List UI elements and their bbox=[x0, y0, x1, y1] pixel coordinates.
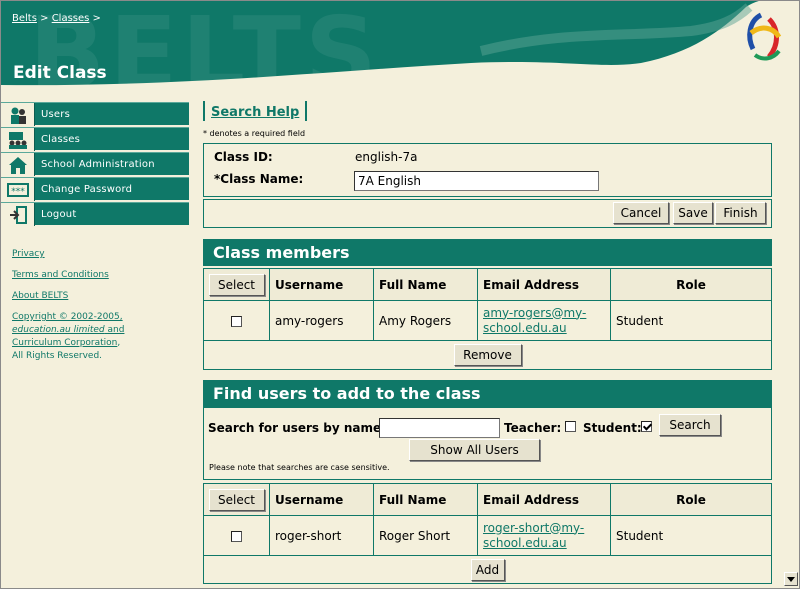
search-help-link[interactable]: Search Help bbox=[211, 105, 299, 120]
classes-icon bbox=[1, 128, 35, 151]
copyright-rights: All Rights Reserved. bbox=[12, 351, 103, 361]
class-details-box: Class ID: english-7a *Class Name: bbox=[203, 143, 772, 197]
sidebar-item-classes[interactable]: Classes bbox=[1, 127, 189, 151]
scroll-down-arrow-icon[interactable] bbox=[784, 572, 798, 586]
column-header-username: Username bbox=[269, 268, 374, 301]
student-label: Student: bbox=[583, 421, 642, 435]
required-field-note: * denotes a required field bbox=[203, 129, 306, 138]
column-header-username: Username bbox=[269, 483, 374, 516]
sidebar-footer: Privacy Terms and Conditions About BELTS… bbox=[12, 248, 192, 363]
breadcrumb: Belts > Classes > bbox=[12, 13, 101, 24]
column-header-full-name: Full Name bbox=[373, 268, 478, 301]
select-members-button[interactable]: Select bbox=[208, 273, 265, 296]
class-name-input[interactable] bbox=[354, 171, 599, 191]
member-full-name: Amy Rogers bbox=[373, 300, 478, 341]
class-id-value: english-7a bbox=[355, 150, 418, 164]
member-role: Student bbox=[610, 300, 772, 341]
page-header: BELTS Belts > Classes > Edit Class bbox=[1, 1, 799, 92]
finish-button[interactable]: Finish bbox=[715, 202, 766, 224]
users-icon bbox=[1, 103, 35, 126]
sidebar-item-label: Users bbox=[41, 109, 71, 120]
select-results-button[interactable]: Select bbox=[208, 488, 265, 511]
breadcrumb-separator: > bbox=[92, 13, 101, 24]
sidebar-item-school-administration[interactable]: School Administration bbox=[1, 152, 189, 176]
terms-link[interactable]: Terms and Conditions bbox=[12, 269, 109, 282]
privacy-link[interactable]: Privacy bbox=[12, 248, 45, 261]
result-full-name: Roger Short bbox=[373, 515, 478, 556]
table-header-row: Select Username Full Name Email Address … bbox=[203, 483, 772, 516]
result-email-link[interactable]: roger-short@my-school.edu.au bbox=[483, 521, 584, 550]
column-header-email: Email Address bbox=[477, 483, 611, 516]
class-name-label: *Class Name: bbox=[214, 172, 304, 186]
copyright-notice: Copyright © 2002-2005, education.au limi… bbox=[12, 312, 125, 361]
column-header-email: Email Address bbox=[477, 268, 611, 301]
copyright-and: and bbox=[104, 325, 125, 335]
copyright-org2[interactable]: Curriculum Corporation bbox=[12, 338, 117, 348]
save-button[interactable]: Save bbox=[673, 202, 713, 224]
sidebar-item-label: Logout bbox=[41, 209, 77, 220]
result-select-checkbox[interactable] bbox=[231, 530, 242, 542]
find-users-box: Search for users by name: Teacher: Stude… bbox=[203, 407, 772, 480]
teacher-label: Teacher: bbox=[504, 421, 562, 435]
about-link[interactable]: About BELTS bbox=[12, 290, 68, 303]
copyright-line[interactable]: Copyright © 2002-2005, bbox=[12, 312, 123, 322]
form-actions-bar: Cancel Save Finish bbox=[203, 199, 772, 228]
column-header-full-name: Full Name bbox=[373, 483, 478, 516]
table-row: roger-short Roger Short roger-short@my-s… bbox=[203, 515, 772, 556]
password-icon: *** bbox=[1, 178, 35, 201]
show-all-users-button[interactable]: Show All Users bbox=[409, 439, 540, 461]
search-by-name-label: Search for users by name: bbox=[208, 421, 386, 435]
svg-text:***: *** bbox=[11, 187, 25, 197]
help-tab: Search Help bbox=[203, 101, 308, 121]
page-title: Edit Class bbox=[13, 63, 107, 83]
remove-button[interactable]: Remove bbox=[453, 344, 522, 366]
sidebar-item-label: Classes bbox=[41, 134, 81, 145]
breadcrumb-belts[interactable]: Belts bbox=[12, 13, 37, 24]
column-header-role: Role bbox=[610, 483, 772, 516]
member-username: amy-rogers bbox=[269, 300, 374, 341]
table-header-row: Select Username Full Name Email Address … bbox=[203, 268, 772, 301]
class-members-table: Select Username Full Name Email Address … bbox=[203, 268, 772, 370]
school-icon bbox=[1, 153, 35, 176]
logout-icon bbox=[1, 203, 35, 226]
add-button[interactable]: Add bbox=[470, 558, 505, 581]
sidebar-item-logout[interactable]: Logout bbox=[1, 202, 189, 226]
teacher-checkbox[interactable] bbox=[565, 421, 576, 432]
student-checkbox[interactable] bbox=[641, 421, 652, 432]
breadcrumb-classes[interactable]: Classes bbox=[52, 13, 90, 24]
sidebar-item-label: Change Password bbox=[41, 184, 133, 195]
class-members-heading: Class members bbox=[203, 239, 772, 266]
table-row: amy-rogers Amy Rogers amy-rogers@my-scho… bbox=[203, 300, 772, 341]
table-footer-row: Remove bbox=[203, 340, 772, 370]
search-name-input[interactable] bbox=[379, 418, 500, 438]
copyright-org1[interactable]: education.au limited bbox=[12, 325, 105, 335]
sidebar-item-label: School Administration bbox=[41, 159, 155, 170]
result-username: roger-short bbox=[269, 515, 374, 556]
header-swoosh bbox=[1, 1, 799, 92]
class-id-label: Class ID: bbox=[214, 150, 273, 164]
sidebar-nav: Users Classes School Administration *** … bbox=[1, 102, 189, 227]
case-sensitive-note: Please note that searches are case sensi… bbox=[209, 463, 390, 472]
sidebar-item-change-password[interactable]: *** Change Password bbox=[1, 177, 189, 201]
result-role: Student bbox=[610, 515, 772, 556]
sidebar-item-users[interactable]: Users bbox=[1, 102, 189, 126]
member-email-link[interactable]: amy-rogers@my-school.edu.au bbox=[483, 306, 586, 335]
column-header-role: Role bbox=[610, 268, 772, 301]
belts-logo-icon bbox=[747, 12, 782, 61]
search-results-table: Select Username Full Name Email Address … bbox=[203, 483, 772, 584]
cancel-button[interactable]: Cancel bbox=[613, 202, 669, 224]
table-footer-row: Add bbox=[203, 555, 772, 584]
find-users-heading: Find users to add to the class bbox=[203, 380, 772, 407]
search-button[interactable]: Search bbox=[659, 414, 721, 436]
member-select-checkbox[interactable] bbox=[231, 315, 242, 327]
breadcrumb-separator: > bbox=[40, 13, 49, 24]
